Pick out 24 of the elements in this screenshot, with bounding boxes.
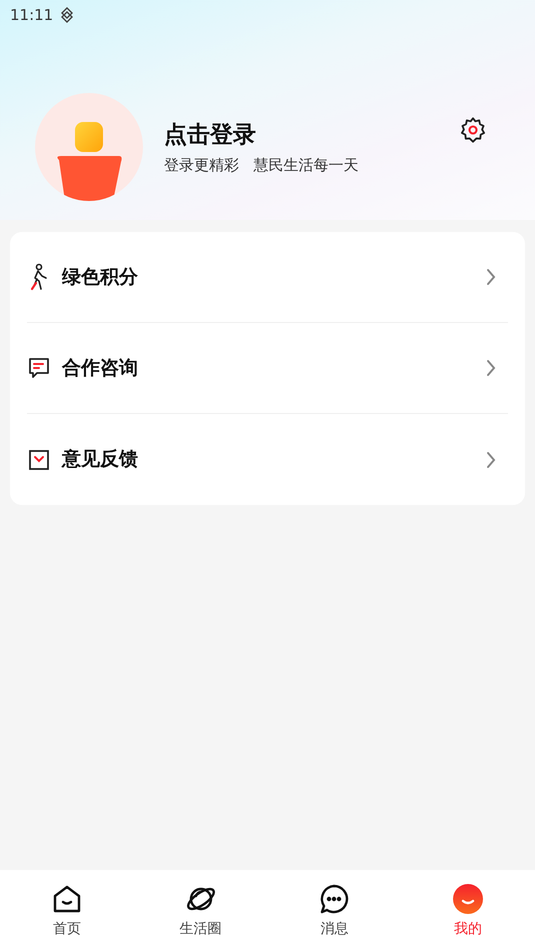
house-icon <box>52 884 82 914</box>
menu-label: 合作咨询 <box>62 356 139 381</box>
smiley-face-icon <box>452 883 484 915</box>
tab[interactable]: 我的 <box>401 870 535 951</box>
tab[interactable]: 生活圈 <box>134 870 268 951</box>
login-subtitle: 登录更精彩 慧民生活每一天 <box>164 155 360 176</box>
message-icon <box>28 356 50 380</box>
settings-icon[interactable] <box>459 116 487 144</box>
chevron-right-icon <box>486 268 496 286</box>
chat-bubble-icon <box>318 883 350 915</box>
menu-label: 意见反馈 <box>62 447 139 472</box>
chevron-right-icon <box>486 450 496 468</box>
feedback-icon <box>28 448 50 470</box>
tab[interactable]: 首页 <box>0 870 134 951</box>
walking-person-icon <box>28 263 50 291</box>
chevron-right-icon <box>486 359 496 377</box>
login-title[interactable]: 点击登录 <box>164 120 459 150</box>
menu-label: 绿色积分 <box>62 264 139 290</box>
tab[interactable]: 消息 <box>268 870 402 951</box>
menu-item[interactable]: 绿色积分 <box>27 232 508 323</box>
app-indicator-icon <box>61 7 74 23</box>
menu-item[interactable]: 意见反馈 <box>27 414 508 505</box>
status-time: 11:11 <box>10 4 54 26</box>
menu-item[interactable]: 合作咨询 <box>27 323 508 414</box>
